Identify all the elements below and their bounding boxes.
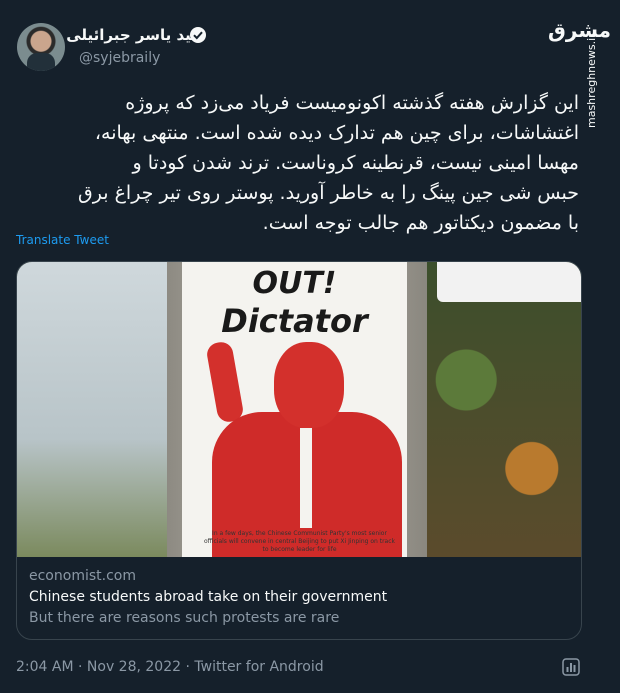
tweet: سید یاسر جبرائیلی @syjebraily مشرق mashr… (0, 0, 620, 693)
tweet-text-line: حبس شی جین پینگ را به خاطر آورید. پوستر … (78, 182, 579, 204)
link-card[interactable]: OUT! Dictator In a few days, the Chinese… (16, 261, 582, 640)
tweet-text-line: اغتشاشات، برای چین هم تدارک دیده شده است… (94, 122, 579, 144)
card-domain: economist.com (29, 568, 136, 584)
tweet-meta: 2:04 AM · Nov 28, 2022 · Twitter for And… (16, 659, 324, 675)
tweet-date[interactable]: Nov 28, 2022 (87, 659, 181, 675)
author-handle[interactable]: @syjebraily (79, 50, 160, 66)
analytics-icon[interactable] (562, 658, 580, 676)
tweet-text-line: مهسا امینی نیست، قرنطینه کروناست. ترند ش… (132, 152, 579, 174)
avatar[interactable] (17, 23, 65, 71)
card-meta[interactable]: economist.com Chinese students abroad ta… (17, 558, 581, 639)
poster-subheadline: Dictator (221, 302, 368, 340)
tweet-source[interactable]: Twitter for Android (194, 659, 323, 675)
tweet-text: این گزارش هفته گذشته اکونومیست فریاد می‌… (16, 88, 579, 238)
poster: OUT! Dictator In a few days, the Chinese… (182, 262, 407, 557)
card-image[interactable]: OUT! Dictator In a few days, the Chinese… (17, 262, 581, 557)
watermark-url: mashreghnews.ir (585, 33, 598, 128)
watermark-logo: مشرق (548, 18, 612, 42)
poster-fine-print: In a few days, the Chinese Communist Par… (204, 530, 395, 553)
meta-separator: · (78, 659, 83, 675)
card-title: Chinese students abroad take on their go… (29, 589, 388, 605)
tweet-text-line: این گزارش هفته گذشته اکونومیست فریاد می‌… (125, 92, 579, 114)
card-description: But there are reasons such protests are … (29, 610, 340, 626)
poster-headline: OUT! (252, 266, 337, 301)
meta-separator: · (185, 659, 190, 675)
tweet-time[interactable]: 2:04 AM (16, 659, 74, 675)
author-display-name[interactable]: سید یاسر جبرائیلی (66, 26, 206, 44)
translate-tweet-link[interactable]: Translate Tweet (16, 233, 109, 247)
verified-badge-icon (190, 27, 206, 43)
